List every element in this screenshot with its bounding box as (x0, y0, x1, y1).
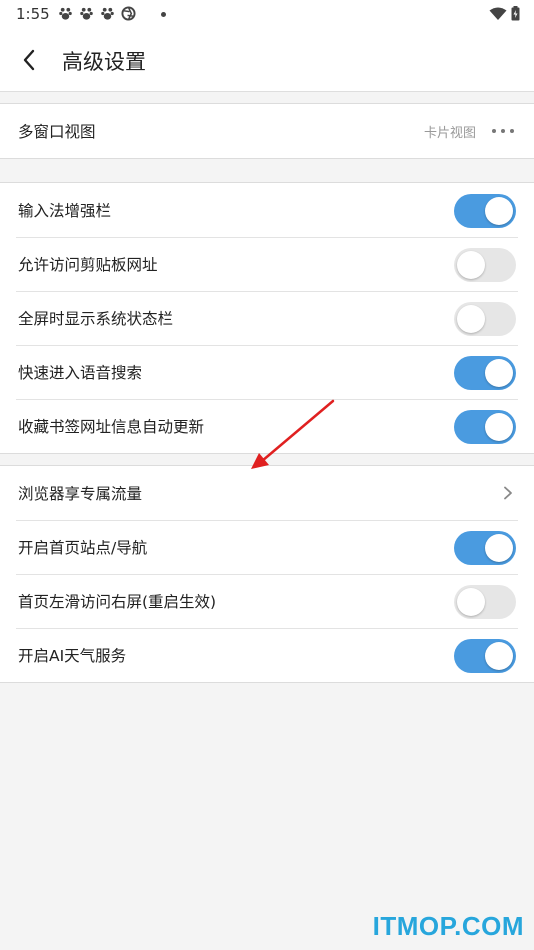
shutter-icon (121, 6, 136, 21)
status-right (489, 6, 520, 21)
toggle-knob (457, 305, 485, 333)
toggle-switch-ai-weather[interactable] (454, 639, 516, 673)
setting-label-homepage-nav: 开启首页站点/导航 (18, 539, 148, 557)
toggle-switch-left-swipe-rightscreen[interactable] (454, 585, 516, 619)
multiwindow-view-label: 多窗口视图 (18, 123, 96, 141)
multiwindow-view-value: 卡片视图 (423, 125, 476, 141)
toggle-switch-bookmark-autoupdate[interactable] (454, 410, 516, 444)
toggle-knob (485, 359, 513, 387)
setting-label-ai-weather: 开启AI天气服务 (18, 647, 127, 665)
browser-traffic-label: 浏览器享专属流量 (18, 485, 143, 503)
paw-icon (80, 7, 93, 20)
setting-label-voice-search: 快速进入语音搜索 (18, 364, 143, 382)
toggle-knob (457, 251, 485, 279)
setting-label-left-swipe-rightscreen: 首页左滑访问右屏(重启生效) (18, 593, 217, 611)
toggle-knob (485, 534, 513, 562)
paw-icon (59, 7, 72, 20)
setting-row-ime-enhance[interactable]: 输入法增强栏 (0, 183, 534, 237)
toggle-switch-clipboard-url[interactable] (454, 248, 516, 282)
setting-row-left-swipe-rightscreen[interactable]: 首页左滑访问右屏(重启生效) (0, 574, 534, 628)
setting-row-voice-search[interactable]: 快速进入语音搜索 (0, 345, 534, 399)
toggle-knob (485, 642, 513, 670)
notification-icons (58, 6, 136, 21)
watermark: ITMOP.COM (372, 911, 524, 941)
setting-label-fullscreen-statusbar: 全屏时显示系统状态栏 (18, 310, 174, 328)
back-icon[interactable] (16, 46, 44, 74)
paw-icon (101, 7, 114, 20)
chevron-right-icon (504, 486, 512, 500)
toggle-knob (457, 588, 485, 616)
notification-dot (161, 12, 166, 17)
toggle-switch-voice-search[interactable] (454, 356, 516, 390)
multiwindow-view-row[interactable]: 多窗口视图 卡片视图 (0, 104, 534, 158)
toggle-switch-ime-enhance[interactable] (454, 194, 516, 228)
toggle-knob (485, 413, 513, 441)
group-homepage: 浏览器享专属流量 开启首页站点/导航首页左滑访问右屏(重启生效) 开启AI天气服务 (0, 465, 534, 683)
group-view: 多窗口视图 卡片视图 (0, 103, 534, 159)
wifi-icon (489, 7, 507, 20)
setting-row-ai-weather[interactable]: 开启AI天气服务 (0, 628, 534, 682)
battery-icon (511, 6, 520, 21)
setting-label-bookmark-autoupdate: 收藏书签网址信息自动更新 (18, 418, 205, 436)
setting-row-homepage-nav[interactable]: 开启首页站点/导航 (0, 520, 534, 574)
setting-row-fullscreen-statusbar[interactable]: 全屏时显示系统状态栏 (0, 291, 534, 345)
setting-label-clipboard-url: 允许访问剪贴板网址 (18, 256, 158, 274)
setting-row-clipboard-url[interactable]: 允许访问剪贴板网址 (0, 237, 534, 291)
page-title: 高级设置 (62, 50, 146, 74)
toggle-knob (485, 197, 513, 225)
setting-label-ime-enhance: 输入法增强栏 (18, 202, 112, 220)
toggle-switch-homepage-nav[interactable] (454, 531, 516, 565)
annotation-arrow (251, 399, 335, 469)
status-bar: 1:55 (0, 0, 534, 28)
app-header: 高级设置 (0, 28, 534, 92)
toggle-switch-fullscreen-statusbar[interactable] (454, 302, 516, 336)
more-dots-icon[interactable] (492, 129, 514, 133)
status-time: 1:55 (16, 5, 50, 23)
